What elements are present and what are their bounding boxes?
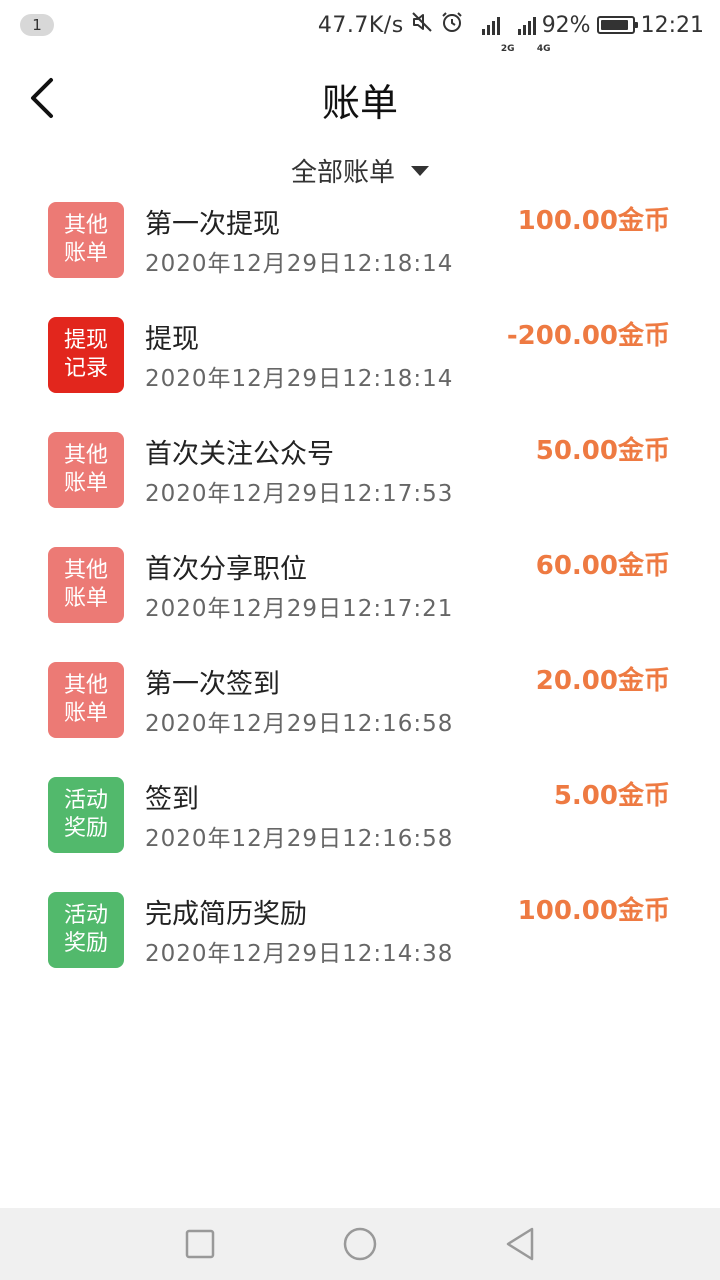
recent-apps-button[interactable]	[175, 1219, 225, 1269]
bill-amount: -200.00金币	[506, 321, 670, 351]
bill-list-item[interactable]: 提现记录 提现 2020年12月29日12:18:14 -200.00金币	[0, 315, 720, 430]
notification-count-badge: 1	[20, 14, 54, 36]
bill-amount: 50.00金币	[535, 436, 670, 466]
bill-type-badge: 其他账单	[48, 662, 124, 738]
clock: 12:21	[640, 12, 704, 38]
bill-timestamp: 2020年12月29日12:17:53	[145, 481, 454, 507]
bill-amount: 60.00金币	[535, 551, 670, 581]
bill-list-item[interactable]: 其他账单 第一次提现 2020年12月29日12:18:14 100.00金币	[0, 200, 720, 315]
bill-list: 其他账单 第一次提现 2020年12月29日12:18:14 100.00金币 提现记录…	[0, 200, 720, 1005]
signal-sim2-icon: 4G	[506, 15, 551, 54]
bill-title: 第一次提现	[145, 209, 280, 240]
bill-type-badge: 活动奖励	[48, 892, 124, 968]
alarm-icon	[440, 10, 464, 40]
bill-amount: 100.00金币	[517, 206, 670, 236]
home-button[interactable]	[335, 1219, 385, 1269]
bill-list-item[interactable]: 其他账单 首次分享职位 2020年12月29日12:17:21 60.00金币	[0, 545, 720, 660]
triangle-down-icon	[411, 166, 429, 176]
bill-list-item[interactable]: 其他账单 第一次签到 2020年12月29日12:16:58 20.00金币	[0, 660, 720, 775]
filter-label: 全部账单	[290, 157, 395, 188]
page-title: 账单	[321, 81, 398, 125]
bill-amount: 100.00金币	[517, 896, 670, 926]
mute-icon	[410, 10, 434, 40]
network-speed: 47.7K/s	[317, 12, 404, 38]
bill-title: 首次分享职位	[145, 554, 307, 585]
bill-type-badge: 活动奖励	[48, 777, 124, 853]
bill-type-badge: 提现记录	[48, 317, 124, 393]
bill-timestamp: 2020年12月29日12:18:14	[145, 251, 454, 277]
bill-title: 完成简历奖励	[145, 899, 307, 930]
bill-title: 第一次签到	[145, 669, 280, 700]
bill-type-badge: 其他账单	[48, 202, 124, 278]
square-icon	[185, 1229, 215, 1259]
bill-amount: 5.00金币	[553, 781, 670, 811]
header: 账单	[0, 50, 720, 146]
back-nav-button[interactable]	[495, 1219, 545, 1269]
bill-amount: 20.00金币	[535, 666, 670, 696]
circle-icon	[343, 1227, 377, 1261]
bill-title: 签到	[145, 784, 199, 815]
battery-icon	[596, 16, 638, 34]
bill-list-item[interactable]: 活动奖励 完成简历奖励 2020年12月29日12:14:38 100.00金币	[0, 890, 720, 1005]
bill-timestamp: 2020年12月29日12:17:21	[145, 596, 454, 622]
bill-title: 提现	[145, 324, 199, 355]
bill-timestamp: 2020年12月29日12:18:14	[145, 366, 454, 392]
bill-filter-dropdown[interactable]: 全部账单	[0, 150, 720, 190]
triangle-left-icon	[506, 1227, 534, 1261]
bill-type-badge: 其他账单	[48, 432, 124, 508]
bill-type-badge: 其他账单	[48, 547, 124, 623]
bill-timestamp: 2020年12月29日12:16:58	[145, 711, 454, 737]
bill-list-item[interactable]: 活动奖励 签到 2020年12月29日12:16:58 5.00金币	[0, 775, 720, 890]
navigation-bar	[0, 1208, 720, 1280]
bill-timestamp: 2020年12月29日12:16:58	[145, 826, 454, 852]
status-icons: 47.7K/s 2G 4G 92% 12:21	[317, 10, 704, 54]
bill-title: 首次关注公众号	[145, 439, 334, 470]
bill-list-item[interactable]: 其他账单 首次关注公众号 2020年12月29日12:17:53 50.00金币	[0, 430, 720, 545]
bill-timestamp: 2020年12月29日12:14:38	[145, 941, 454, 967]
status-bar: 1 47.7K/s 2G 4G 92% 12:21	[0, 0, 720, 54]
signal-sim1-icon: 2G	[470, 15, 515, 54]
